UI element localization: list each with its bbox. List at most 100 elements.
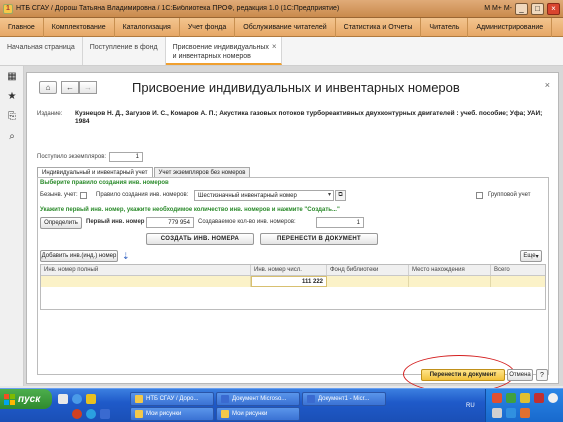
taskbar-item-ntb-label: НТБ СГАУ / Доро... [146,396,199,402]
menu-grid-icon[interactable]: ▦ [0,66,24,86]
tray-letters[interactable]: M M+ M- [484,5,512,12]
edition-label: Издание: [37,111,63,117]
menu-main[interactable]: Главное [0,17,44,37]
col-library-fund[interactable]: Фонд библиотеки [327,265,409,275]
forward-button[interactable]: → [79,81,97,94]
group-accounting-checkbox[interactable] [476,192,483,199]
tray-clock-icon[interactable] [548,393,558,403]
menu-fund-accounting[interactable]: Учет фонда [180,17,236,37]
col-total[interactable]: Всего [491,265,545,275]
desktop-quicklaunch-icon[interactable] [58,394,68,404]
folder-quicklaunch-icon[interactable] [86,394,96,404]
move-down-icon[interactable]: ⇣ [122,250,132,262]
tray-tool-icon[interactable] [520,408,530,418]
col-location[interactable]: Место нахождения [409,265,491,275]
tray-update-icon[interactable] [506,408,516,418]
start-button[interactable]: пуск [0,389,52,409]
first-number-label: Первый инв. номер [86,219,145,225]
word-icon [307,395,315,403]
back-button[interactable]: ← [61,81,79,94]
menu-administration[interactable]: Администрирование [468,17,553,37]
history-icon[interactable]: ⎘ [0,106,24,126]
close-form-icon[interactable]: × [545,80,550,90]
numbers-table: Инв. номер полный Инв. номер числ. Фонд … [40,264,546,310]
menu-reader[interactable]: Читатель [421,17,469,37]
add-number-button[interactable]: Добавить инв.(инд.) номер [40,250,118,262]
received-label: Поступило экземпляров: [37,154,107,160]
tab-assign-numbers-label: Присвоение индивидуальных и инвентарных … [172,44,269,60]
app-logo-icon: 1 [3,3,13,14]
tray-antivirus-icon[interactable] [534,393,544,403]
link-icon: ⧉ [338,192,343,198]
browser-quicklaunch-icon[interactable] [72,394,82,404]
cell-location[interactable] [409,276,491,287]
maximize-button[interactable]: □ [531,2,544,15]
transfer-to-document-button[interactable]: ПЕРЕНЕСТИ В ДОКУМЕНТ [260,233,378,245]
close-window-button[interactable]: × [547,2,560,15]
home-button[interactable]: ⌂ [39,81,57,94]
open-tabs: Начальная страница Поступление в фонд Пр… [0,37,563,66]
cell-total[interactable] [491,276,545,287]
system-tray [485,389,563,422]
menu-statistics[interactable]: Статистика и Отчеты [336,17,422,37]
subtab-without-numbers[interactable]: Учет экземпляров без номеров [153,167,251,177]
hint-text: Укажите первый инв. номер, укажите необх… [40,207,340,213]
left-panel: ▦ ★ ⎘ ⌕ [0,66,24,386]
no-account-checkbox[interactable] [80,192,87,199]
arrow-left-icon: ← [66,83,74,92]
more-button[interactable]: Еще ▾ [520,250,542,262]
tab-home[interactable]: Начальная страница [0,37,83,65]
windows-flag-icon [4,393,15,405]
cell-library-fund[interactable] [327,276,409,287]
col-full-number[interactable]: Инв. номер полный [41,265,251,275]
tab-assign-numbers[interactable]: Присвоение индивидуальных и инвентарных … [165,37,282,65]
tray-network-icon[interactable] [506,393,516,403]
menu-reader-service[interactable]: Обслуживание читателей [235,17,336,37]
rule-select[interactable]: Шестизначный инвентарный номер ▾ [194,190,334,201]
help-button[interactable]: ? [536,369,548,381]
taskbar-item-pictures-2[interactable]: Мои рисунки [216,407,300,421]
tray-security-icon[interactable] [520,393,530,403]
home-icon: ⌂ [45,83,51,92]
taskbar-item-pictures-1[interactable]: Мои рисунки [130,407,214,421]
taskbar-item-ntb[interactable]: НТБ СГАУ / Доро... [130,392,214,406]
skype-quicklaunch-icon[interactable] [86,409,96,419]
favorites-star-icon[interactable]: ★ [0,86,24,106]
table-row[interactable]: 111 222 [41,276,545,287]
define-button[interactable]: Определить [40,217,82,229]
arrow-right-icon: → [84,83,92,92]
count-field[interactable]: 1 [316,217,364,228]
received-count-field[interactable]: 1 [109,152,143,162]
taskbar-item-word-doc-label: Документ Microso... [232,396,287,402]
taskbar-item-word-doc[interactable]: Документ Microso... [216,392,300,406]
table-header: Инв. номер полный Инв. номер числ. Фонд … [41,265,545,276]
first-number-field[interactable]: 779 954 [146,217,194,228]
language-indicator[interactable]: RU [466,403,475,409]
tab-receipt[interactable]: Поступление в фонд [83,37,166,65]
menu-cataloging[interactable]: Каталогизация [115,17,180,37]
subtab-individual-accounting[interactable]: Индивидуальный и инвентарный учет [37,167,153,177]
rule-open-button[interactable]: ⧉ [335,190,346,201]
cell-number-numeric[interactable]: 111 222 [251,276,327,287]
col-number-numeric[interactable]: Инв. номер числ. [251,265,327,275]
window-title: НТБ СГАУ / Дорош Татьяна Владимировна / … [16,5,340,12]
taskbar-item-word-doc1[interactable]: Документ1 - Micr... [302,392,386,406]
taskbar-item-pictures-2-label: Мои рисунки [232,411,268,417]
start-label: пуск [18,393,41,405]
search-icon[interactable]: ⌕ [0,126,24,146]
create-numbers-button[interactable]: СОЗДАТЬ ИНВ. НОМЕРА [146,233,254,245]
minimize-button[interactable]: _ [515,2,528,15]
tray-app-icon[interactable] [492,393,502,403]
window-titlebar: 1 НТБ СГАУ / Дорош Татьяна Владимировна … [0,0,563,18]
media-quicklaunch-icon[interactable] [72,409,82,419]
chevron-down-icon: ▾ [535,253,539,260]
group-accounting-label: Групповой учет [488,192,531,198]
tray-volume-icon[interactable] [492,408,502,418]
edition-text: Кузнецов Н. Д., Загузов И. С., Комаров А… [75,110,543,125]
close-tab-icon[interactable]: × [272,42,277,51]
cancel-button[interactable]: Отмена [507,369,533,381]
cell-full-number[interactable] [41,276,251,287]
word-quicklaunch-icon[interactable] [100,409,110,419]
menu-acquisition[interactable]: Комплектование [44,17,115,37]
app-icon [135,395,143,403]
